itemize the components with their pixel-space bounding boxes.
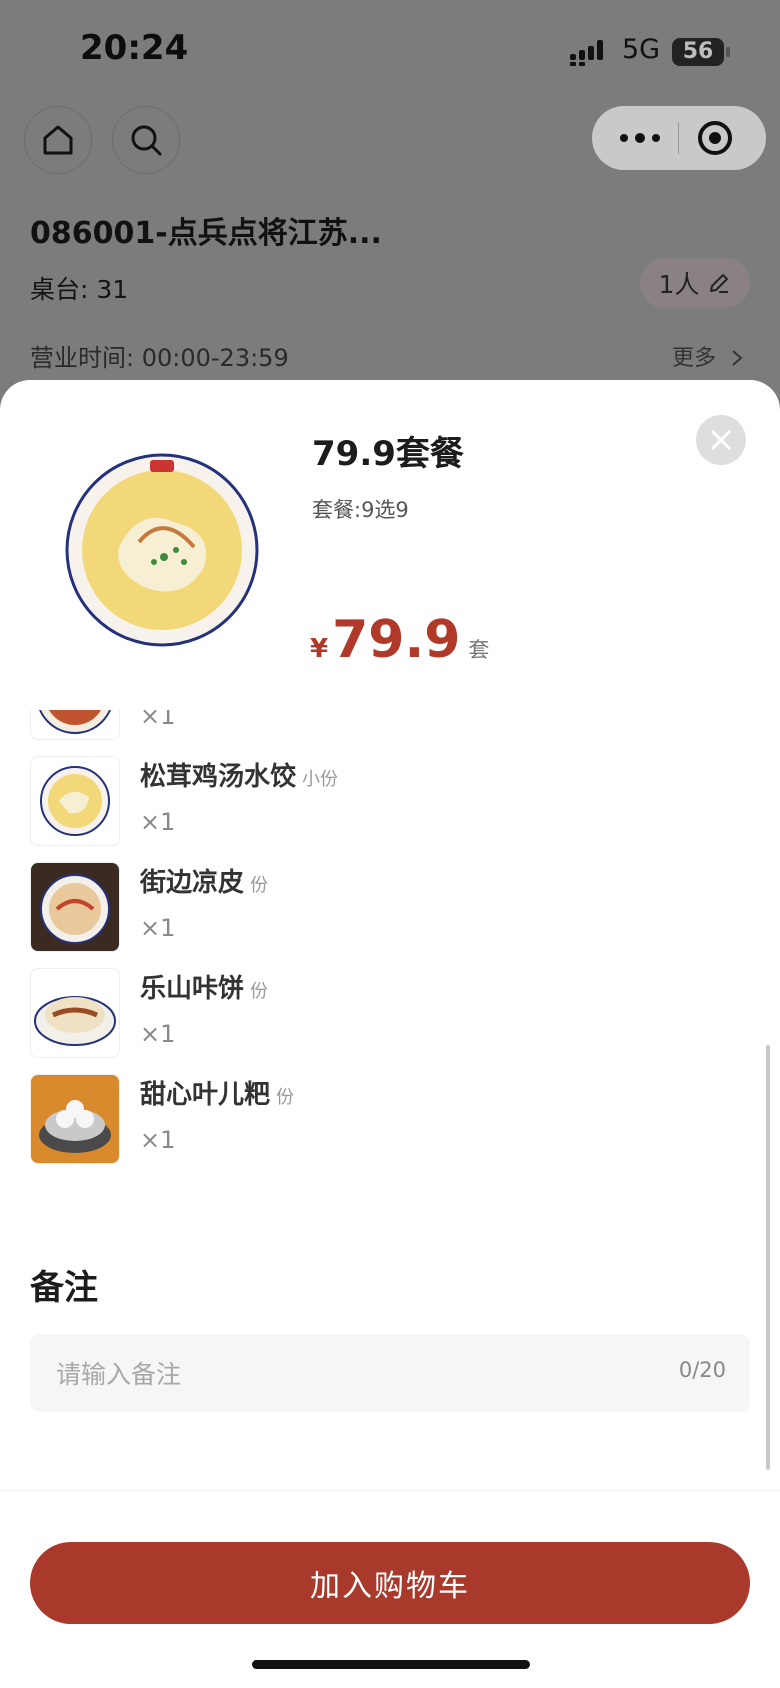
- item-quantity: ×1: [140, 710, 176, 730]
- chevron-right-icon: [732, 350, 743, 366]
- search-button[interactable]: [112, 106, 180, 174]
- item-thumbnail: [30, 968, 120, 1058]
- people-count: 1人: [658, 270, 700, 299]
- battery-indicator: 56: [672, 38, 724, 66]
- list-item: 松茸鸡汤水饺 小份 ×1: [30, 756, 730, 848]
- hours-value: 00:00-23:59: [141, 344, 289, 372]
- edit-pencil-icon: [710, 274, 729, 293]
- remark-field: 0/20: [30, 1334, 750, 1414]
- remark-char-count: 0/20: [678, 1358, 726, 1382]
- more-link[interactable]: 更多: [672, 340, 745, 372]
- item-thumbnail: [30, 1074, 120, 1164]
- miniprogram-capsule: [592, 106, 766, 170]
- remark-input[interactable]: [54, 1334, 618, 1414]
- hours-label: 营业时间:: [30, 344, 135, 372]
- product-price: ¥79.9 套: [310, 610, 489, 670]
- item-thumbnail: [30, 710, 120, 740]
- product-detail-sheet: 79.9套餐 套餐:9选9 ¥79.9 套 ×1 松茸鸡汤水饺 小份 ×1 街边凉皮…: [0, 380, 780, 1688]
- price-unit: 套: [468, 638, 490, 662]
- capsule-divider: [678, 122, 679, 154]
- list-item: 甜心叶儿粑份 ×1: [30, 1074, 730, 1166]
- table-number: 31: [96, 275, 129, 304]
- home-indicator: [252, 1660, 530, 1669]
- product-image: [65, 453, 259, 647]
- item-quantity: ×1: [140, 914, 176, 942]
- home-icon: [43, 125, 73, 155]
- more-dots-icon[interactable]: [618, 126, 662, 150]
- network-type: 5G: [622, 34, 661, 65]
- people-count-button[interactable]: 1人: [640, 258, 750, 308]
- close-button[interactable]: [696, 415, 746, 465]
- item-name: 街边凉皮份: [140, 868, 269, 898]
- item-quantity: ×1: [140, 1126, 176, 1154]
- status-bar: 20:24 5G 56: [0, 0, 780, 100]
- item-quantity: ×1: [140, 808, 176, 836]
- signal-icon: [570, 40, 603, 66]
- search-icon: [131, 125, 162, 156]
- product-subtitle: 套餐:9选9: [312, 498, 409, 522]
- home-button[interactable]: [24, 106, 92, 174]
- list-item: ×1: [30, 710, 730, 742]
- item-name: 乐山咔饼份: [140, 974, 269, 1004]
- business-hours: 营业时间: 00:00-23:59: [30, 338, 289, 373]
- scrollbar[interactable]: [766, 1045, 770, 1470]
- item-name: 松茸鸡汤水饺 小份: [140, 762, 339, 792]
- add-to-cart-button[interactable]: 加入购物车: [30, 1542, 750, 1624]
- product-name: 79.9套餐: [312, 434, 464, 474]
- item-quantity: ×1: [140, 1020, 176, 1048]
- remark-title: 备注: [30, 1268, 98, 1308]
- more-label: 更多: [672, 346, 717, 371]
- table-info: 桌台: 31: [30, 270, 128, 306]
- item-thumbnail: [30, 756, 120, 846]
- list-item: 乐山咔饼份 ×1: [30, 968, 730, 1060]
- price-currency: ¥: [310, 634, 329, 664]
- close-icon: [710, 429, 732, 451]
- store-name: 086001-点兵点将江苏...: [30, 216, 382, 251]
- status-time: 20:24: [80, 28, 189, 68]
- table-label: 桌台:: [30, 275, 89, 304]
- set-items-list[interactable]: ×1 松茸鸡汤水饺 小份 ×1 街边凉皮份 ×1 乐山咔饼份 ×1 甜心叶儿粑 …: [0, 710, 780, 1190]
- list-item: 街边凉皮份 ×1: [30, 862, 730, 954]
- battery-tip: [726, 47, 730, 57]
- footer-divider: [0, 1490, 780, 1491]
- background-page: 20:24 5G 56 086001-点兵点将江苏... 桌台: 31 1人 营…: [0, 0, 780, 420]
- target-icon[interactable]: [696, 119, 734, 157]
- item-thumbnail: [30, 862, 120, 952]
- price-value: 79.9: [332, 610, 461, 670]
- item-name: 甜心叶儿粑份: [140, 1080, 295, 1110]
